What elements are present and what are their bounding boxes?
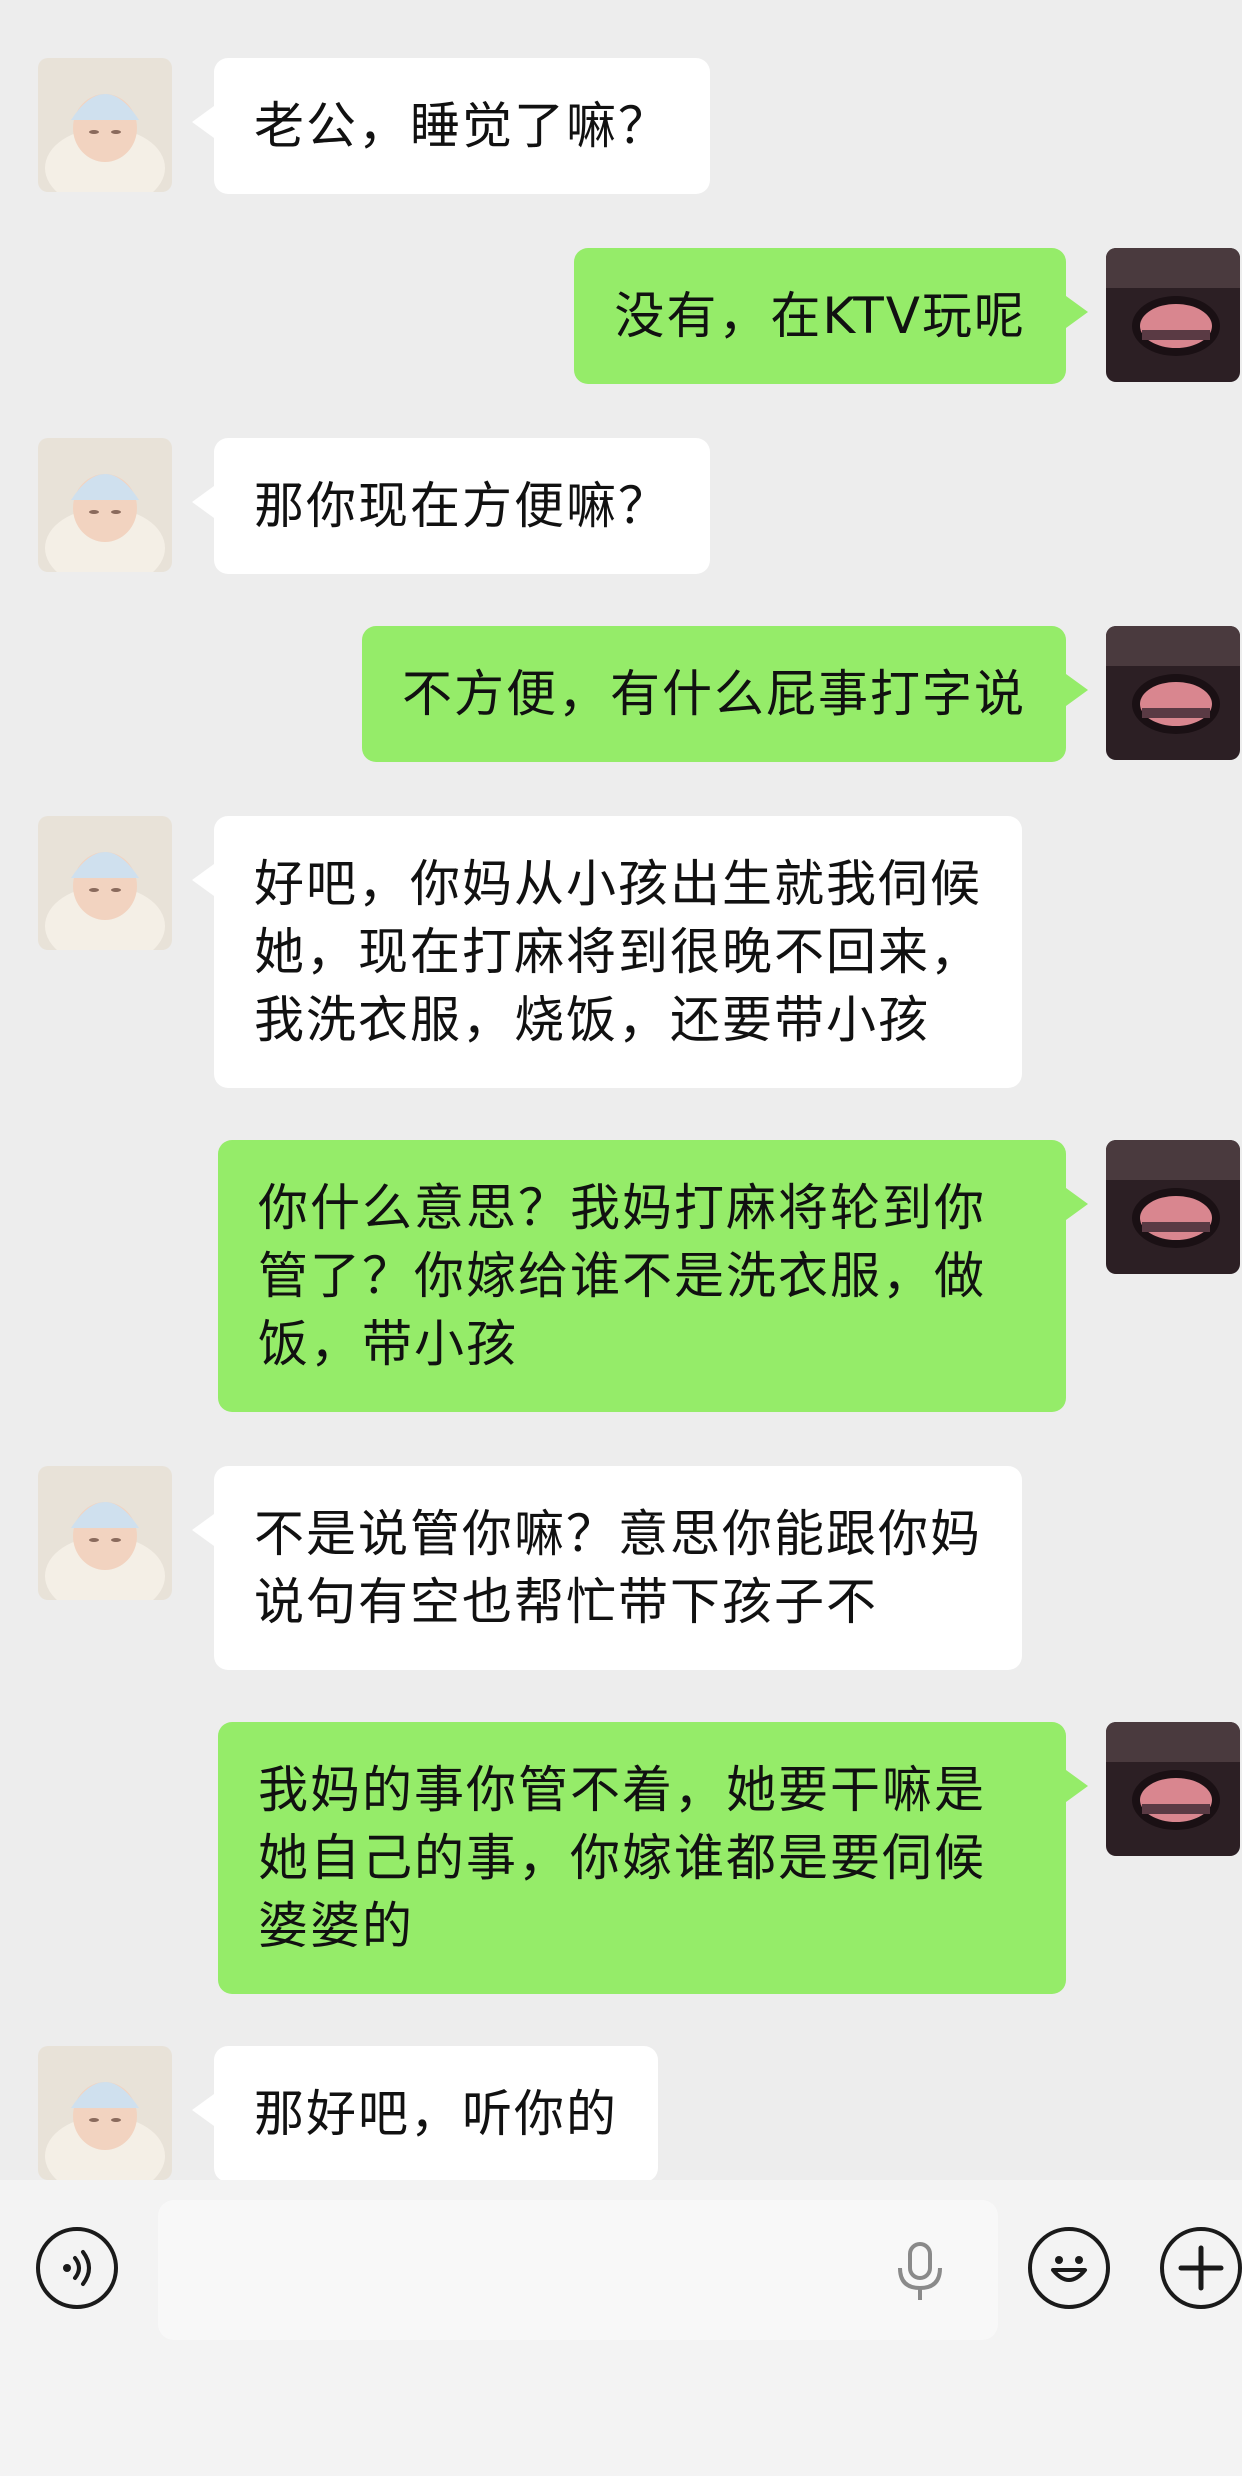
message-bubble[interactable]: 不方便，有什么屁事打字说 — [362, 626, 1088, 762]
contact-avatar[interactable] — [38, 58, 172, 192]
contact-avatar[interactable] — [38, 1466, 172, 1600]
microphone-icon[interactable] — [890, 2240, 950, 2304]
car-mirror-avatar-icon — [1106, 626, 1240, 760]
baby-avatar-icon — [38, 438, 172, 572]
plus-icon — [1178, 2245, 1224, 2291]
chat-area: 老公，睡觉了嘛？ 没有，在KTV玩呢 那你现在方便嘛？ 不方便，有什么屁事打字说… — [0, 0, 1242, 2182]
message-bubble[interactable]: 老公，睡觉了嘛？ — [192, 58, 710, 194]
message-bubble[interactable]: 我妈的事你管不着，她要干嘛是 她自己的事，你嫁谁都是要伺候 婆婆的 — [218, 1722, 1088, 1994]
voice-button[interactable] — [36, 2227, 118, 2309]
message-input[interactable] — [158, 2200, 998, 2340]
contact-avatar[interactable] — [38, 2046, 172, 2180]
message-bubble[interactable]: 没有，在KTV玩呢 — [574, 248, 1088, 384]
emoji-icon — [1051, 2256, 1087, 2282]
contact-avatar[interactable] — [38, 816, 172, 950]
message-bubble[interactable]: 你什么意思？我妈打麻将轮到你 管了？你嫁给谁不是洗衣服，做 饭，带小孩 — [218, 1140, 1088, 1412]
message-bubble[interactable]: 那你现在方便嘛？ — [192, 438, 710, 574]
baby-avatar-icon — [38, 1466, 172, 1600]
baby-avatar-icon — [38, 58, 172, 192]
user-avatar[interactable] — [1106, 626, 1240, 760]
plus-button[interactable] — [1160, 2227, 1242, 2309]
emoji-button[interactable] — [1028, 2227, 1110, 2309]
contact-avatar[interactable] — [38, 438, 172, 572]
message-bubble[interactable]: 那好吧，听你的 — [192, 2046, 658, 2182]
voice-icon — [63, 2250, 91, 2286]
baby-avatar-icon — [38, 2046, 172, 2180]
car-mirror-avatar-icon — [1106, 248, 1240, 382]
user-avatar[interactable] — [1106, 1140, 1240, 1274]
user-avatar[interactable] — [1106, 1722, 1240, 1856]
car-mirror-avatar-icon — [1106, 1140, 1240, 1274]
message-bubble[interactable]: 好吧，你妈从小孩出生就我伺候 她，现在打麻将到很晚不回来， 我洗衣服，烧饭，还要… — [192, 816, 1022, 1088]
user-avatar[interactable] — [1106, 248, 1240, 382]
baby-avatar-icon — [38, 816, 172, 950]
car-mirror-avatar-icon — [1106, 1722, 1240, 1856]
message-bubble[interactable]: 不是说管你嘛？意思你能跟你妈 说句有空也帮忙带下孩子不 — [192, 1466, 1022, 1670]
